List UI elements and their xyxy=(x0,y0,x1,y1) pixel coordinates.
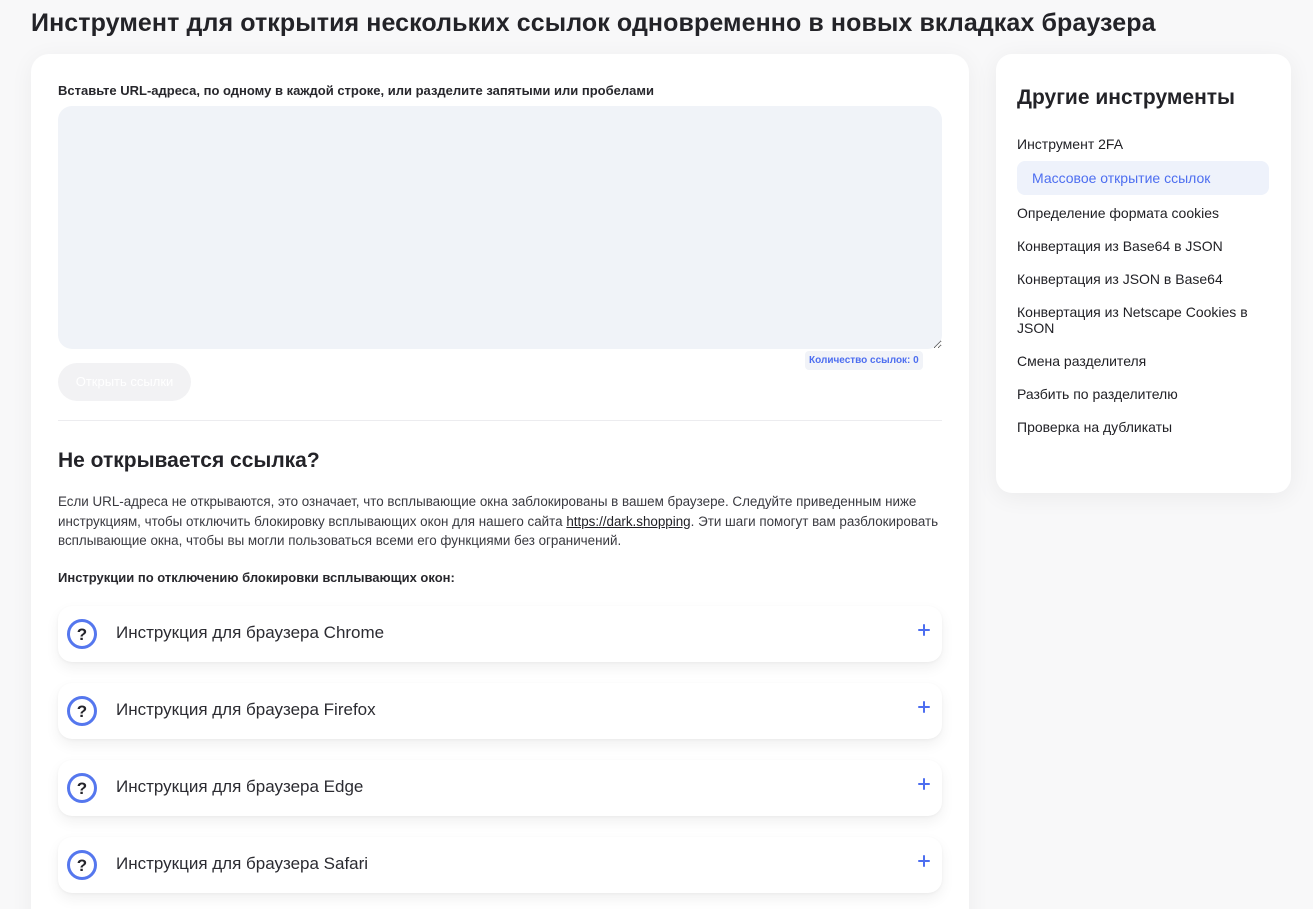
question-circle-icon: ? xyxy=(67,850,97,880)
url-textarea[interactable] xyxy=(58,106,942,349)
sidebar-item-netscape-to-json[interactable]: Конвертация из Netscape Cookies в JSON xyxy=(1017,304,1269,336)
accordion-firefox[interactable]: ? Инструкция для браузера Firefox xyxy=(58,683,942,739)
sidebar-item-change-delimiter[interactable]: Смена разделителя xyxy=(1017,353,1269,369)
site-link[interactable]: https://dark.shopping xyxy=(566,514,690,529)
plus-icon[interactable] xyxy=(918,778,930,790)
sidebar-item-2fa[interactable]: Инструмент 2FA xyxy=(1017,136,1269,152)
url-field-label: Вставьте URL-адреса, по одному в каждой … xyxy=(58,83,654,98)
accordion-edge[interactable]: ? Инструкция для браузера Edge xyxy=(58,760,942,816)
question-circle-icon: ? xyxy=(67,619,97,649)
link-count-badge: Количество ссылок: 0 xyxy=(805,351,923,370)
open-links-button[interactable]: Открыть ссылки xyxy=(58,363,191,401)
help-section-title: Не открывается ссылка? xyxy=(58,449,320,472)
sidebar-title: Другие инструменты xyxy=(1017,86,1235,109)
sidebar-item-json-to-base64[interactable]: Конвертация из JSON в Base64 xyxy=(1017,271,1269,287)
sidebar-item-base64-to-json[interactable]: Конвертация из Base64 в JSON xyxy=(1017,238,1269,254)
accordion-safari[interactable]: ? Инструкция для браузера Safari xyxy=(58,837,942,893)
question-circle-icon: ? xyxy=(67,696,97,726)
plus-icon[interactable] xyxy=(918,624,930,636)
accordion-label: Инструкция для браузера Safari xyxy=(116,854,369,873)
help-section-text: Если URL-адреса не открываются, это озна… xyxy=(58,492,948,551)
question-circle-icon: ? xyxy=(67,773,97,803)
sidebar-item-cookie-format[interactable]: Определение формата cookies xyxy=(1017,205,1269,221)
sidebar-item-split-by-delimiter[interactable]: Разбить по разделителю xyxy=(1017,386,1269,402)
sidebar-item-duplicate-check[interactable]: Проверка на дубликаты xyxy=(1017,419,1269,435)
plus-icon[interactable] xyxy=(918,855,930,867)
other-tools-sidebar: Другие инструменты Инструмент 2FA Массов… xyxy=(996,54,1291,493)
divider xyxy=(58,420,942,421)
page-title: Инструмент для открытия нескольких ссыло… xyxy=(31,9,1156,37)
sidebar-item-bulk-open-links[interactable]: Массовое открытие ссылок xyxy=(1017,161,1269,195)
main-card: Вставьте URL-адреса, по одному в каждой … xyxy=(31,54,969,909)
instructions-heading: Инструкции по отключению блокировки вспл… xyxy=(58,570,455,585)
accordion-chrome[interactable]: ? Инструкция для браузера Chrome xyxy=(58,606,942,662)
accordion-label: Инструкция для браузера Chrome xyxy=(116,623,385,642)
accordion-label: Инструкция для браузера Edge xyxy=(116,777,364,796)
plus-icon[interactable] xyxy=(918,701,930,713)
sidebar-list: Инструмент 2FA Массовое открытие ссылок … xyxy=(1017,136,1269,452)
accordion-label: Инструкция для браузера Firefox xyxy=(116,700,376,719)
